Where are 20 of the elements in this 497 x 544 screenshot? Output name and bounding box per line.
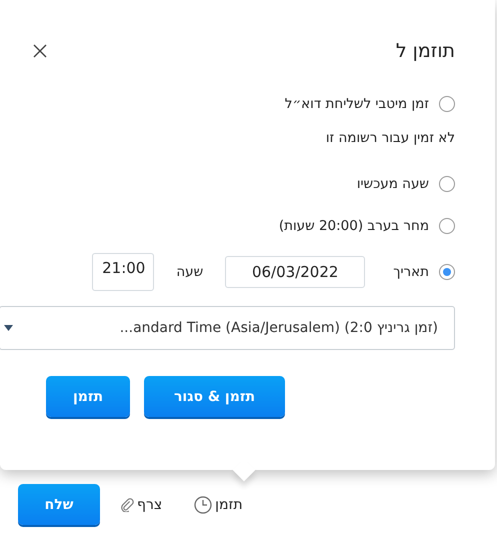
- date-field[interactable]: 06/03/2022: [225, 256, 366, 288]
- option-label: תאריך: [393, 264, 429, 280]
- close-icon[interactable]: [32, 43, 48, 59]
- option-label: זמן מיטבי לשליחת דוא״ל: [284, 96, 429, 112]
- paperclip-icon: [120, 498, 134, 512]
- radio-button[interactable]: [439, 176, 455, 192]
- option-label: מחר בערב (20:00 שעות): [278, 218, 429, 234]
- caret-icon: [4, 325, 13, 331]
- time-field[interactable]: 21:00: [92, 253, 154, 291]
- note-text: לא זמין עבור רשומה זו: [326, 130, 455, 146]
- schedule-tool-button[interactable]: תזמן: [194, 496, 243, 514]
- radio-button[interactable]: [439, 218, 455, 234]
- attach-button[interactable]: צרף: [120, 496, 162, 512]
- timezone-select[interactable]: (זמן גריניץ 2:0) (Asia/Jerusalem) andard Time...: [0, 306, 455, 350]
- time-label: שעה: [176, 264, 204, 280]
- dialog-title: תוזמן ל: [396, 40, 455, 62]
- clock-icon: [194, 496, 212, 514]
- radio-button[interactable]: [439, 96, 455, 112]
- radio-button[interactable]: [439, 264, 455, 280]
- option-label: שעה מעכשיו: [356, 176, 429, 192]
